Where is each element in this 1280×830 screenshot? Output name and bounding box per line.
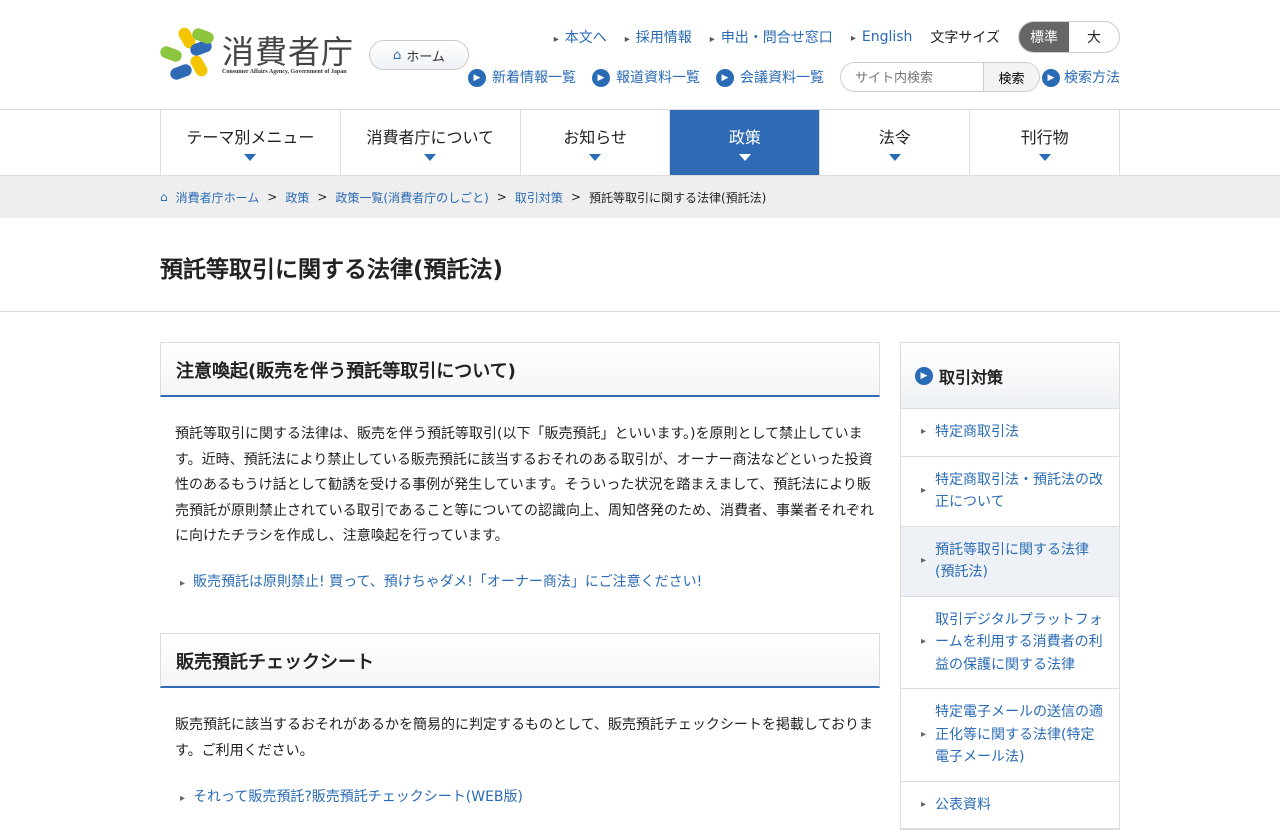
nav-policy[interactable]: 政策 bbox=[670, 110, 821, 175]
home-button[interactable]: ⌂ ホーム bbox=[369, 40, 469, 70]
press-link[interactable]: ▶ 報道資料一覧 bbox=[592, 67, 700, 87]
breadcrumb: ⌂ 消費者庁ホーム > 政策 > 政策一覧(消費者庁のしごと) > 取引対策 > 預託等… bbox=[0, 176, 1280, 218]
play-circle-icon: ▶ bbox=[915, 366, 933, 385]
checksheet-link[interactable]: それって販売預託?販売預託チェックシート(WEB版) bbox=[180, 786, 523, 806]
sidebar-item[interactable]: 取引デジタルプラットフォームを利用する消費者の利益の保護に関する法律 bbox=[901, 597, 1119, 689]
sidebar-item[interactable]: 特定商取引法 bbox=[901, 409, 1119, 457]
section-heading: 注意喚起(販売を伴う預託等取引について) bbox=[160, 342, 880, 397]
nav-about[interactable]: 消費者庁について bbox=[341, 110, 521, 175]
font-size-standard[interactable]: 標準 bbox=[1019, 22, 1069, 52]
home-icon: ⌂ bbox=[160, 190, 168, 204]
home-icon: ⌂ bbox=[393, 47, 402, 63]
breadcrumb-current: 預託等取引に関する法律(預託法) bbox=[588, 190, 767, 205]
font-size-label: 文字サイズ bbox=[930, 30, 1000, 46]
font-size-large[interactable]: 大 bbox=[1069, 22, 1119, 52]
skip-to-content-link[interactable]: 本文へ bbox=[554, 27, 607, 47]
meetings-link[interactable]: ▶ 会議資料一覧 bbox=[716, 67, 824, 87]
search-input[interactable] bbox=[841, 63, 983, 91]
page-title: 預託等取引に関する法律(預託法) bbox=[160, 257, 504, 283]
section-body: 販売預託に該当するおそれがあるかを簡易的に判定するものとして、販売預託チェックシ… bbox=[175, 717, 874, 759]
logo[interactable]: 消費者庁 Consumer Affairs Agency, Government… bbox=[158, 25, 355, 82]
nav-laws[interactable]: 法令 bbox=[820, 110, 971, 175]
sidebar-item[interactable]: 公表資料 bbox=[901, 782, 1119, 829]
sidebar-item[interactable]: 特定商取引法・預託法の改正について bbox=[901, 457, 1119, 527]
global-nav: テーマ別メニュー 消費者庁について お知らせ 政策 法令 刊行物 bbox=[0, 109, 1280, 176]
sidebar-item[interactable]: 特定電子メールの送信の適正化等に関する法律(特定電子メール法) bbox=[901, 689, 1119, 782]
contact-link[interactable]: 申出・問合せ窓口 bbox=[710, 27, 833, 47]
recruit-link[interactable]: 採用情報 bbox=[625, 27, 692, 47]
search-button[interactable]: 検索 bbox=[983, 63, 1039, 91]
section-body: 預託等取引に関する法律は、販売を伴う預託等取引(以下「販売預託」といいます。)を… bbox=[175, 426, 875, 544]
breadcrumb-trade[interactable]: 取引対策 bbox=[515, 189, 563, 206]
breadcrumb-home[interactable]: 消費者庁ホーム bbox=[176, 189, 260, 206]
sidebar-heading: ▶ 取引対策 bbox=[901, 343, 1119, 409]
english-link[interactable]: English bbox=[851, 29, 913, 45]
sidebar: ▶取引対策 特定商取引法 特定商取引法・預託法の改正について 預託等取引に関する… bbox=[900, 342, 1120, 830]
search-help-link[interactable]: ▶ 検索方法 bbox=[1042, 67, 1120, 87]
play-circle-icon: ▶ bbox=[592, 69, 610, 87]
breadcrumb-policy[interactable]: 政策 bbox=[285, 189, 309, 206]
font-size-toggle: 標準 大 bbox=[1018, 21, 1120, 53]
top-links: 本文へ 採用情報 申出・問合せ窓口 English 文字サイズ 標準 大 bbox=[554, 21, 1120, 53]
site-search: 検索 bbox=[840, 62, 1040, 92]
sidebar-item-current[interactable]: 預託等取引に関する法律(預託法) bbox=[901, 526, 1119, 597]
section-heading: 販売預託チェックシート bbox=[160, 633, 880, 688]
logo-subtext: Consumer Affairs Agency, Government of J… bbox=[222, 69, 347, 75]
news-link[interactable]: ▶ 新着情報一覧 bbox=[468, 67, 576, 87]
sub-links: ▶新着情報一覧 ▶報道資料一覧 ▶会議資料一覧 検索 ▶検索方法 bbox=[468, 62, 1120, 92]
play-circle-icon: ▶ bbox=[716, 69, 734, 87]
nav-theme-menu[interactable]: テーマ別メニュー bbox=[161, 110, 341, 175]
play-circle-icon: ▶ bbox=[1042, 69, 1060, 87]
nav-news[interactable]: お知らせ bbox=[521, 110, 671, 175]
breadcrumb-policy-list[interactable]: 政策一覧(消費者庁のしごと) bbox=[335, 189, 488, 206]
warning-flyer-link[interactable]: 販売預託は原則禁止! 買って、預けちゃダメ!「オーナー商法」にご注意ください! bbox=[180, 571, 702, 591]
logo-mark-icon bbox=[158, 25, 216, 82]
nav-publications[interactable]: 刊行物 bbox=[970, 110, 1120, 175]
play-circle-icon: ▶ bbox=[468, 69, 486, 87]
home-label: ホーム bbox=[406, 49, 445, 65]
logo-text: 消費者庁 bbox=[222, 33, 355, 71]
divider bbox=[0, 311, 1280, 312]
